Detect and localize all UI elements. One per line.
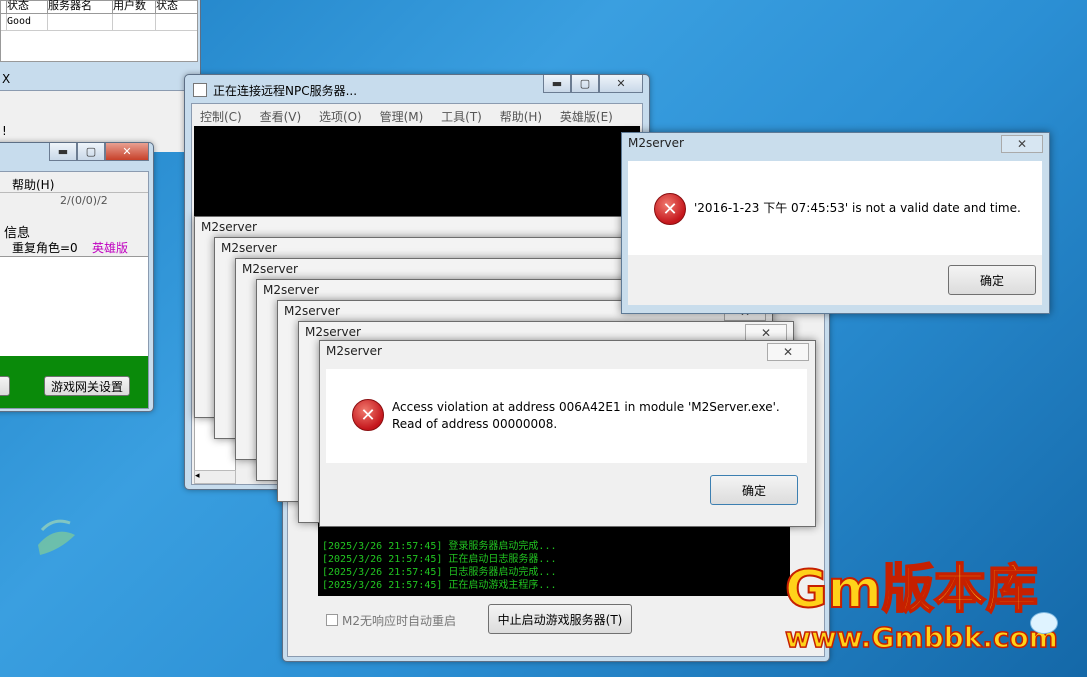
close-button[interactable]: ✕ <box>105 143 149 161</box>
column-header[interactable]: 服务器名 <box>48 0 113 13</box>
dialog-title: M2server <box>201 220 257 234</box>
dialog-title: M2server <box>326 344 382 358</box>
column-header[interactable]: 用户数 <box>113 0 156 13</box>
error-message-line1: Access violation at address 006A42E1 in … <box>392 400 780 414</box>
log-line: [2025/3/26 21:57:45] 正在启动游戏主程序... <box>322 580 557 591</box>
error-message: '2016-1-23 下午 07:45:53' is not a valid d… <box>694 201 1021 215</box>
close-button[interactable]: ✕ <box>599 75 643 93</box>
gateway-settings-button[interactable]: 游戏网关设置 <box>44 376 130 396</box>
table-cell: Good <box>7 14 48 30</box>
duplicate-role-text: 重复角色=0 <box>12 241 78 255</box>
menu-control[interactable]: 控制(C) <box>200 110 242 124</box>
app-icon <box>193 83 207 97</box>
server-list-window: 状态 服务器名 用户数 状态 Good <box>0 0 201 68</box>
close-icon[interactable]: ✕ <box>1001 135 1043 153</box>
auto-restart-checkbox[interactable] <box>326 614 338 626</box>
horizontal-scrollbar[interactable]: ◂ <box>194 470 236 484</box>
menu-bar: 控制(C) 查看(V) 选项(O) 管理(M) 工具(T) 帮助(H) 英雄版(… <box>200 108 627 125</box>
log-line: [2025/3/26 21:57:45] 登录服务器启动完成... <box>322 541 557 552</box>
fragment-text: ! <box>2 124 7 138</box>
auto-restart-label: M2无响应时自动重启 <box>342 614 456 628</box>
left-window-fragment: X ! <box>0 68 201 152</box>
dialog-title: M2server <box>242 262 298 276</box>
ok-button[interactable]: 确定 <box>948 265 1036 295</box>
dialog-title: M2server <box>305 325 361 339</box>
access-violation-dialog: M2server ✕ ✕ Access violation at address… <box>319 340 816 527</box>
menu-manage[interactable]: 管理(M) <box>380 110 424 124</box>
dialog-title: M2server <box>221 241 277 255</box>
m2-control-window: ▬ ▢ ✕ 帮助(H) 2/(0/0)/2 信息 重复角色=0 英雄版 游戏网关… <box>0 142 154 412</box>
menu-tools[interactable]: 工具(T) <box>441 110 482 124</box>
menu-options[interactable]: 选项(O) <box>319 110 362 124</box>
maximize-button[interactable]: ▢ <box>571 75 599 93</box>
menu-help[interactable]: 帮助(H) <box>12 176 54 193</box>
menu-view[interactable]: 查看(V) <box>260 110 302 124</box>
minimize-button[interactable]: ▬ <box>543 75 571 93</box>
column-header[interactable]: 状态 <box>156 0 196 13</box>
minimize-button[interactable]: ▬ <box>49 143 77 161</box>
chat-bubble-icon <box>1030 612 1058 634</box>
column-header[interactable]: 状态 <box>7 0 48 13</box>
menu-help[interactable]: 帮助(H) <box>500 110 542 124</box>
fragment-button[interactable] <box>0 376 10 396</box>
ok-button[interactable]: 确定 <box>710 475 798 505</box>
table-header: 状态 服务器名 用户数 状态 <box>1 0 197 14</box>
desktop-logo-icon <box>30 505 80 565</box>
stop-server-button[interactable]: 中止启动游戏服务器(T) <box>488 604 632 634</box>
date-error-dialog: M2server ✕ ✕ '2016-1-23 下午 07:45:53' is … <box>621 132 1050 314</box>
window-title: 正在连接远程NPC服务器... <box>213 84 358 98</box>
status-count: 2/(0/0)/2 <box>60 194 108 207</box>
table-row[interactable]: Good <box>1 14 197 31</box>
console-area <box>194 126 640 216</box>
error-icon: ✕ <box>352 399 384 431</box>
tab-fragment[interactable]: X <box>2 72 10 86</box>
log-line: [2025/3/26 21:57:45] 正在启动日志服务器... <box>322 554 557 565</box>
dialog-title: M2server <box>628 136 684 150</box>
error-icon: ✕ <box>654 193 686 225</box>
maximize-button[interactable]: ▢ <box>77 143 105 161</box>
error-message-line2: Read of address 00000008. <box>392 417 558 431</box>
hero-label: 英雄版 <box>92 241 129 255</box>
menu-hero[interactable]: 英雄版(E) <box>560 110 613 124</box>
log-area: [2025/3/26 21:57:45] 登录服务器启动完成... [2025/… <box>318 520 790 596</box>
log-line: [2025/3/26 21:57:45] 日志服务器启动完成... <box>322 567 557 578</box>
dialog-title: M2server <box>263 283 319 297</box>
dialog-title: M2server <box>284 304 340 318</box>
close-icon[interactable]: ✕ <box>767 343 809 361</box>
watermark-title: Gm版本库 <box>784 559 1039 621</box>
